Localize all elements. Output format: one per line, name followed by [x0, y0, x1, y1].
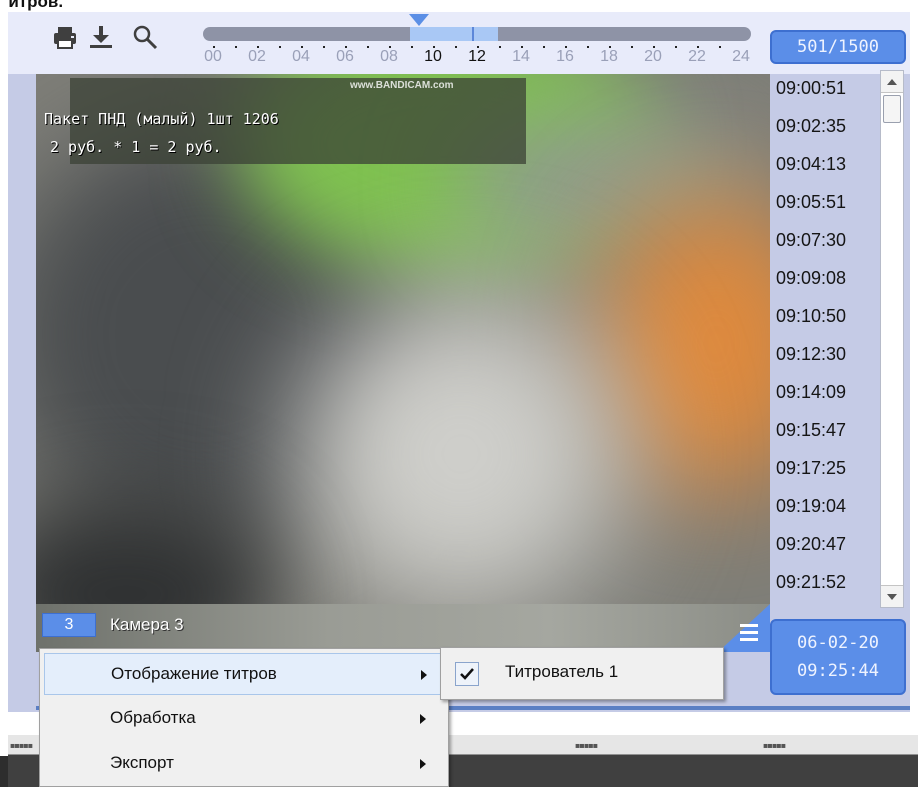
timeline-tick [411, 46, 413, 48]
camera-number-badge: 3 [42, 613, 96, 637]
grip-icon[interactable]: ▪▪▪▪▪ [575, 741, 598, 750]
time-list-item[interactable]: 09:19:04 [770, 488, 878, 524]
menu-icon[interactable] [708, 604, 770, 652]
timeline-tick [323, 46, 325, 48]
submenu-item-titler-1[interactable]: Титрователь 1 [447, 654, 717, 694]
time-list-item[interactable]: 09:17:25 [770, 450, 878, 486]
timeline-hour-label: 00 [204, 48, 222, 65]
context-menu: Отображение титров Обработка Экспорт [39, 648, 449, 787]
timeline-tick [235, 46, 237, 48]
page-margin-dark [0, 756, 8, 787]
timeline-tick [367, 46, 369, 48]
timeline-hour-label: 10 [424, 48, 442, 65]
time-text: 09:25:44 [797, 661, 879, 681]
timeline-tick [433, 46, 435, 48]
time-list-item[interactable]: 09:05:51 [770, 184, 878, 220]
time-list-item[interactable]: 09:15:47 [770, 412, 878, 448]
timeline-hour-label: 16 [556, 48, 574, 65]
timeline-hour-label: 08 [380, 48, 398, 65]
timeline-hour-label: 20 [644, 48, 662, 65]
titles-submenu: Титрователь 1 [440, 647, 724, 700]
timeline-tick [213, 46, 215, 48]
checkmark-icon [460, 668, 474, 680]
timeline-tick [279, 46, 281, 48]
arrow-up-icon [887, 78, 897, 85]
timeline-tick [653, 46, 655, 48]
app-window: титров. 00 02 04 06 08 10 12 14 16 18 20 22 24 501/1… [0, 0, 918, 787]
titles-line: Пакет ПНД (малый) 1шт 1206 [44, 110, 279, 128]
submenu-arrow-icon [421, 670, 427, 680]
timeline-tick [455, 46, 457, 48]
scroll-thumb[interactable] [883, 95, 901, 123]
timeline-tick [543, 46, 545, 48]
timeline-hour-label: 24 [732, 48, 750, 65]
timeline-hour-label: 18 [600, 48, 618, 65]
time-list-item[interactable]: 09:09:08 [770, 260, 878, 296]
timeline-tick [675, 46, 677, 48]
checkbox[interactable] [455, 662, 479, 686]
grip-icon[interactable]: ▪▪▪▪▪ [10, 741, 33, 750]
date-text: 06-02-20 [797, 633, 879, 653]
timeline-tick [301, 46, 303, 48]
timeline-tick [477, 46, 479, 48]
time-list-item[interactable]: 09:10:50 [770, 298, 878, 334]
timeline-hour-label: 04 [292, 48, 310, 65]
magnifier-icon[interactable] [132, 24, 158, 50]
event-time-list: 09:00:51 09:02:35 09:04:13 09:05:51 09:07:30… [770, 70, 878, 606]
submenu-arrow-icon [420, 759, 426, 769]
watermark: www.BANDICAM.com [350, 80, 454, 91]
timeline-tick [521, 46, 523, 48]
timeline-tick [345, 46, 347, 48]
time-list-item[interactable]: 09:20:47 [770, 526, 878, 562]
submenu-arrow-icon [420, 714, 426, 724]
timeline-tick [609, 46, 611, 48]
scroll-down-button[interactable] [881, 585, 903, 607]
time-list-item[interactable]: 09:02:35 [770, 108, 878, 144]
time-list-item[interactable]: 09:07:30 [770, 222, 878, 258]
datetime-badge: 06-02-20 09:25:44 [770, 619, 906, 695]
timeline-tick [389, 46, 391, 48]
arrow-down-icon [887, 593, 897, 600]
menu-item-label: Экспорт [110, 753, 174, 772]
titles-line: 2 руб. * 1 = 2 руб. [50, 138, 222, 156]
timeline-tick [631, 46, 633, 48]
time-list-scrollbar[interactable] [880, 70, 904, 608]
timeline-tick [257, 46, 259, 48]
timeline-tick [719, 46, 721, 48]
time-list-item[interactable]: 09:00:51 [770, 70, 878, 106]
printer-icon[interactable] [52, 24, 78, 50]
camera-name: Камера 3 [110, 615, 184, 634]
scroll-up-button[interactable] [881, 71, 903, 93]
video-blur-region [296, 294, 626, 604]
menu-item-processing[interactable]: Обработка [44, 698, 444, 740]
menu-item-label: Отображение титров [111, 664, 277, 683]
timeline-marker-icon[interactable] [409, 14, 429, 26]
menu-item-titles-display[interactable]: Отображение титров [44, 653, 444, 695]
timeline-hour-label: 22 [688, 48, 706, 65]
grip-icon[interactable]: ▪▪▪▪▪ [763, 741, 786, 750]
menu-item-label: Обработка [110, 708, 196, 727]
record-counter: 501/1500 [770, 30, 906, 64]
timeline-tick [499, 46, 501, 48]
download-icon[interactable] [88, 24, 114, 50]
time-list-item[interactable]: 09:21:52 [770, 564, 878, 600]
timeline-cursor [472, 27, 474, 41]
timeline-tick [587, 46, 589, 48]
menu-item-export[interactable]: Экспорт [44, 743, 444, 785]
timeline-hour-label: 12 [468, 48, 486, 65]
time-list-item[interactable]: 09:14:09 [770, 374, 878, 410]
time-list-item[interactable]: 09:12:30 [770, 336, 878, 372]
time-list-item[interactable]: 09:04:13 [770, 146, 878, 182]
timeline-tick [697, 46, 699, 48]
caption-fragment: титров. [0, 0, 64, 11]
submenu-item-label: Титрователь 1 [505, 662, 619, 681]
timeline-hour-label: 06 [336, 48, 354, 65]
timeline-selection[interactable] [410, 27, 498, 41]
page-margin [0, 0, 8, 787]
timeline-hour-label: 14 [512, 48, 530, 65]
timeline-hour-label: 02 [248, 48, 266, 65]
video-frame[interactable]: www.BANDICAM.com Пакет ПНД (малый) 1шт 1… [36, 74, 770, 604]
timeline-tick [565, 46, 567, 48]
